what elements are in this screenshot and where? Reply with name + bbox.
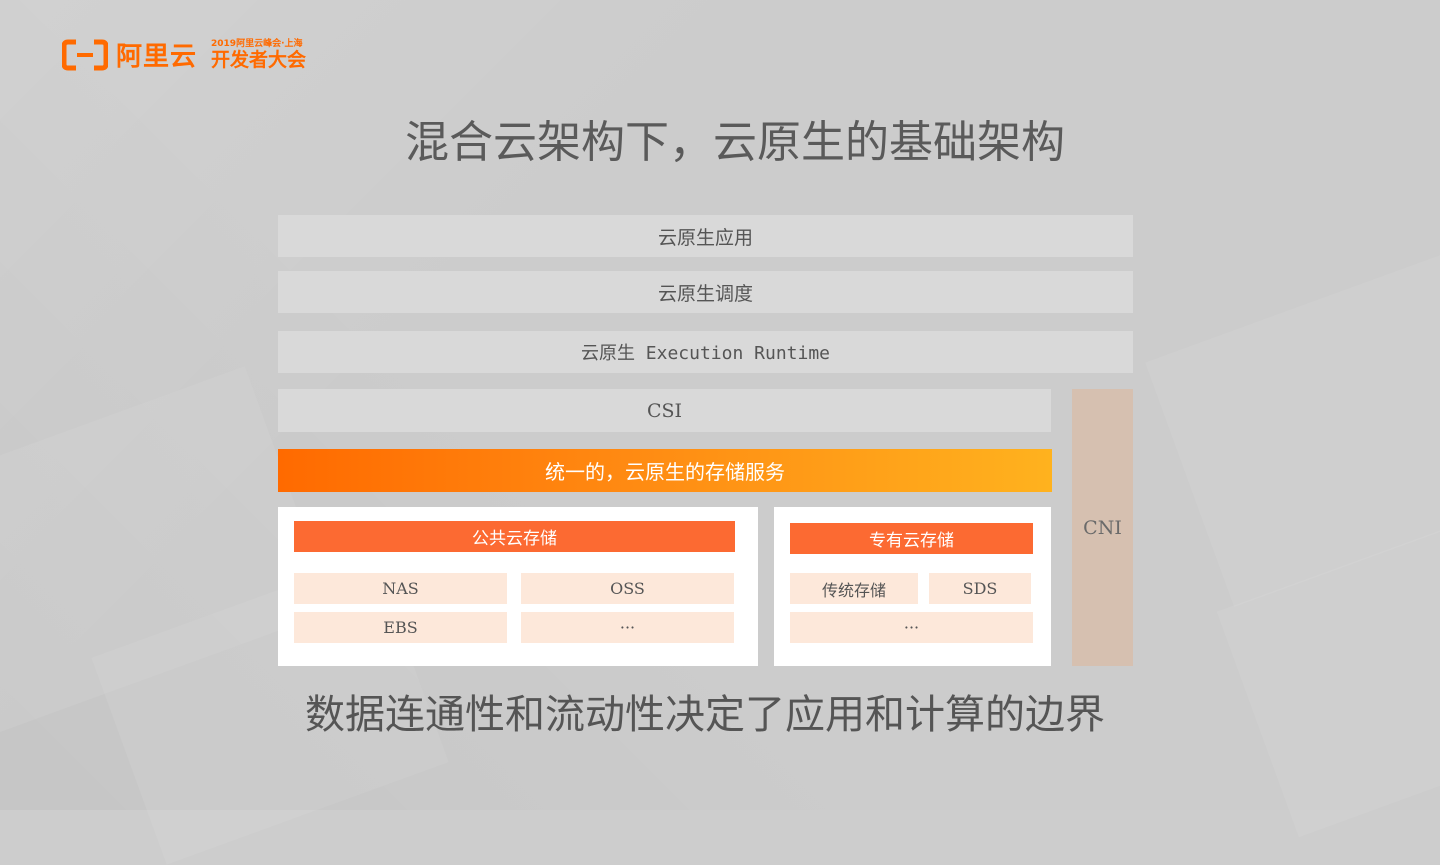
layer-execution-runtime: 云原生 Execution Runtime <box>278 331 1133 373</box>
private-cloud-item: 传统存储 <box>790 573 918 604</box>
private-cloud-item: ··· <box>790 612 1033 643</box>
event-name: 2019阿里云峰会·上海 开发者大会 <box>211 39 306 71</box>
layer-csi: CSI <box>278 389 1051 432</box>
public-cloud-panel: 公共云存储 NAS OSS EBS ··· <box>278 507 758 666</box>
brand-name: 阿里云 <box>116 42 198 72</box>
layer-unified-storage: 统一的，云原生的存储服务 <box>278 449 1052 492</box>
private-cloud-panel: 专有云存储 传统存储 SDS ··· <box>774 507 1051 666</box>
layer-cloud-native-scheduling: 云原生调度 <box>278 271 1133 313</box>
event-line-1: 2019阿里云峰会·上海 <box>211 38 303 49</box>
private-cloud-item: SDS <box>929 573 1031 604</box>
footer-statement: 数据连通性和流动性决定了应用和计算的边界 <box>305 692 1105 738</box>
public-cloud-title: 公共云存储 <box>294 521 735 552</box>
public-cloud-item: NAS <box>294 573 507 604</box>
layer-cloud-native-app: 云原生应用 <box>278 215 1133 257</box>
public-cloud-item: EBS <box>294 612 507 643</box>
public-cloud-item: OSS <box>521 573 734 604</box>
aliyun-logo-icon <box>62 39 108 70</box>
layer-cni: CNI <box>1072 389 1133 666</box>
public-cloud-item: ··· <box>521 612 734 643</box>
slide-title: 混合云架构下，云原生的基础架构 <box>405 117 1065 168</box>
aliyun-logo: 阿里云 2019阿里云峰会·上海 开发者大会 <box>62 36 306 73</box>
private-cloud-title: 专有云存储 <box>790 523 1033 554</box>
event-line-2: 开发者大会 <box>211 48 307 71</box>
